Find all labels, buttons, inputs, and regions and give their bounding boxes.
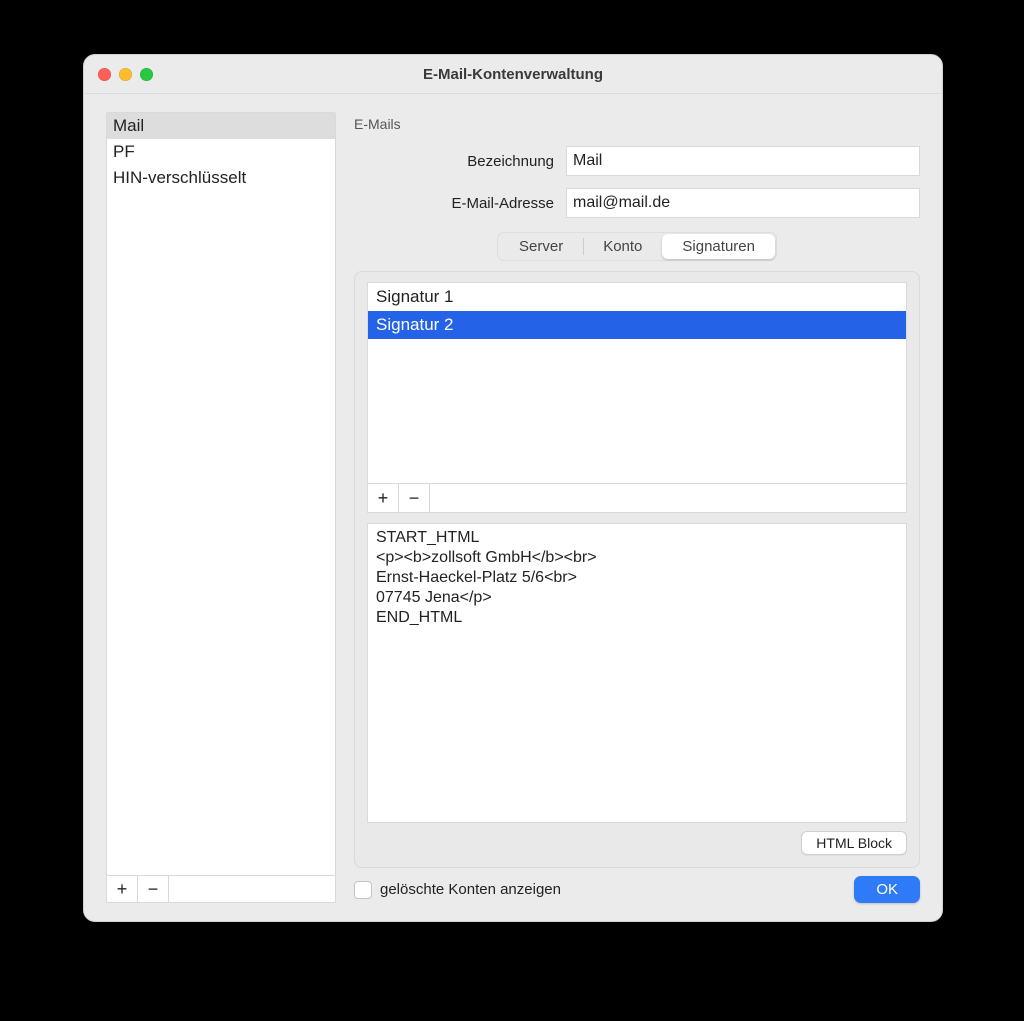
signature-editor[interactable]: START_HTML <p><b>zollsoft GmbH</b><br> E…	[367, 523, 907, 823]
form-row-email: E-Mail-Adresse	[354, 188, 920, 218]
bezeichnung-label: Bezeichnung	[354, 153, 566, 170]
minus-icon: −	[148, 880, 159, 898]
remove-signature-button[interactable]: −	[399, 484, 430, 512]
segmented-tabs: Server Konto Signaturen	[497, 232, 777, 261]
bottom-row: gelöschte Konten anzeigen OK	[354, 876, 920, 903]
account-pm-bar: + −	[106, 876, 336, 903]
signature-item[interactable]: Signatur 1	[368, 283, 906, 311]
show-deleted-label: gelöschte Konten anzeigen	[380, 881, 561, 898]
window-title: E-Mail-Kontenverwaltung	[84, 66, 942, 83]
pm-bar-spacer	[430, 484, 906, 512]
signature-item[interactable]: Signatur 2	[368, 311, 906, 339]
form-row-bezeichnung: Bezeichnung	[354, 146, 920, 176]
sidebar-item-account[interactable]: Mail	[107, 113, 335, 139]
tab-server[interactable]: Server	[499, 234, 583, 259]
sidebar-item-account[interactable]: HIN-verschlüsselt	[107, 165, 335, 191]
zoom-icon[interactable]	[140, 68, 153, 81]
content: Mail PF HIN-verschlüsselt + −	[84, 94, 942, 921]
email-input[interactable]	[566, 188, 920, 218]
traffic-lights	[84, 68, 153, 81]
add-signature-button[interactable]: +	[368, 484, 399, 512]
email-label: E-Mail-Adresse	[354, 195, 566, 212]
window: E-Mail-Kontenverwaltung Mail PF HIN-vers…	[83, 54, 943, 922]
pm-bar-spacer	[169, 876, 335, 902]
html-block-button[interactable]: HTML Block	[801, 831, 907, 855]
section-label: E-Mails	[354, 116, 920, 132]
close-icon[interactable]	[98, 68, 111, 81]
sidebar: Mail PF HIN-verschlüsselt + −	[106, 112, 336, 903]
add-account-button[interactable]: +	[107, 876, 138, 902]
remove-account-button[interactable]: −	[138, 876, 169, 902]
show-deleted-checkbox[interactable]: gelöschte Konten anzeigen	[354, 881, 561, 899]
sidebar-item-account[interactable]: PF	[107, 139, 335, 165]
account-list[interactable]: Mail PF HIN-verschlüsselt	[106, 112, 336, 876]
plus-icon: +	[378, 489, 389, 507]
titlebar: E-Mail-Kontenverwaltung	[84, 55, 942, 94]
detail-panel: E-Mails Bezeichnung E-Mail-Adresse Serve…	[354, 112, 920, 903]
tab-signaturen[interactable]: Signaturen	[662, 234, 775, 259]
signature-list[interactable]: Signatur 1 Signatur 2	[367, 282, 907, 483]
plus-icon: +	[117, 880, 128, 898]
minus-icon: −	[409, 489, 420, 507]
signature-pm-bar: + −	[367, 483, 907, 513]
ok-button[interactable]: OK	[854, 876, 920, 903]
signature-panel: Signatur 1 Signatur 2 + −	[354, 271, 920, 868]
checkbox-icon	[354, 881, 372, 899]
bezeichnung-input[interactable]	[566, 146, 920, 176]
tab-konto[interactable]: Konto	[583, 234, 662, 259]
signature-footer: HTML Block	[367, 831, 907, 855]
minimize-icon[interactable]	[119, 68, 132, 81]
